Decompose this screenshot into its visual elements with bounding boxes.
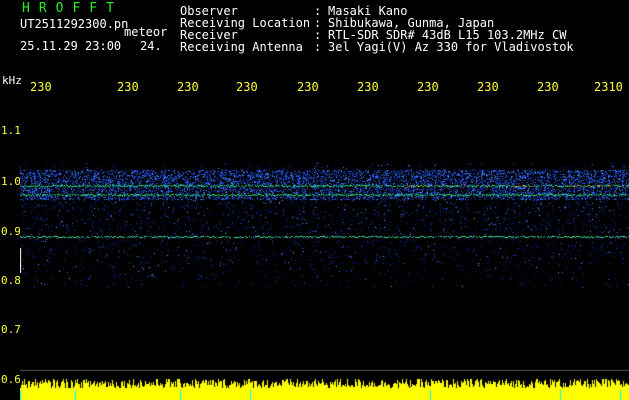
time-tick: 230 [417,80,439,94]
time-tick: 230 [30,80,52,94]
mode-label: meteor [124,25,168,39]
time-tick: 230 [236,80,258,94]
file-name: UT2511292300.pn [20,17,129,31]
time-tick: 230 [177,80,199,94]
time-tick: 230 [297,80,319,94]
meteor-count: 24. [140,39,162,53]
freq-tick: 0.7 [1,323,21,336]
info-value: 3el Yagi(V) Az 330 for Vladivostok [328,40,574,54]
freq-tick: 1.0 [1,175,21,188]
time-tick: 230 [357,80,379,94]
spectrogram-canvas [20,98,629,400]
timestamp: 25.11.29 23:00 [20,39,122,53]
time-tick: 230 [477,80,499,94]
info-colon: : [314,40,322,54]
antenna-row: Receiving Antenna:3el Yagi(V) Az 330 for… [180,41,574,53]
unit-label: kHz [2,74,22,87]
info-key: Receiving Antenna [180,40,303,54]
time-tick: 2310 [594,80,623,94]
app-title: HROFFT [22,1,123,16]
time-tick: 230 [117,80,139,94]
freq-tick: 0.9 [1,225,21,238]
freq-tick: 1.1 [1,124,21,137]
freq-tick: 0.8 [1,274,21,287]
freq-tick: 0.6 [1,373,21,386]
time-tick: 230 [537,80,559,94]
waterfall-spectrogram [20,98,629,400]
station-info: Observer: Masaki Kano Receiving Location:… [180,5,574,53]
